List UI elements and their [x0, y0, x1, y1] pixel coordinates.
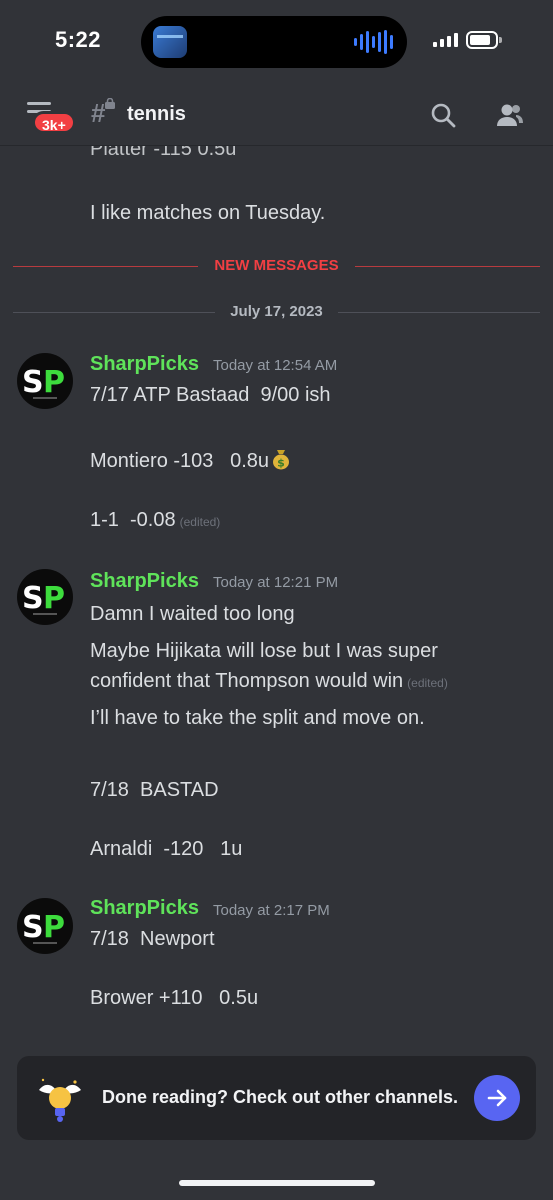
svg-text:P: P: [43, 581, 65, 616]
sharppicks-logo: S P: [22, 365, 65, 400]
audio-waveform-icon: [354, 30, 393, 54]
message-line: Brower +110 0.5u: [90, 987, 259, 1009]
message-timestamp: Today at 12:54 AM: [213, 357, 338, 374]
svg-text:$: $: [277, 457, 285, 470]
money-bag-icon: $: [271, 448, 291, 476]
message-line: I like matches on Tuesday.: [90, 202, 326, 224]
message-list[interactable]: Platter -115 0.5u I like matches on Tues…: [0, 146, 553, 1052]
message-line: Damn I waited too long: [90, 603, 295, 625]
message-line: I’ll have to take the split and move on.: [90, 707, 425, 729]
now-playing-app-icon: [153, 26, 187, 58]
message-line: 7/17 ATP Bastaad 9/00 ish: [90, 384, 331, 406]
svg-text:S: S: [22, 581, 44, 616]
message-line: Maybe Hijikata will lose but I was super: [90, 640, 438, 662]
channel-name[interactable]: tennis: [127, 103, 186, 126]
svg-text:S: S: [22, 365, 44, 400]
search-icon[interactable]: [430, 102, 456, 128]
message-line: Arnaldi -120 1u: [90, 838, 243, 860]
message-line: 1-1 -0.08 (edited): [90, 509, 221, 531]
sharppicks-logo: S P: [22, 581, 65, 616]
arrow-right-icon: [487, 1089, 507, 1107]
message-line: confident that Thompson would win (edited…: [90, 670, 448, 692]
battery-icon: [466, 31, 502, 49]
edited-tag: (edited): [179, 515, 221, 529]
next-channel-button[interactable]: [474, 1075, 520, 1121]
message-line: Platter -115 0.5u: [90, 146, 237, 160]
home-indicator[interactable]: [179, 1180, 375, 1186]
avatar[interactable]: S P: [17, 353, 73, 409]
date-divider: July 17, 2023: [13, 303, 540, 320]
message-timestamp: Today at 2:17 PM: [213, 902, 330, 919]
svg-text:P: P: [43, 365, 65, 400]
message-line: Montiero -103 0.8u $: [90, 448, 291, 476]
message-author[interactable]: SharpPicks: [90, 353, 199, 376]
cellular-signal-icon: [433, 33, 458, 47]
avatar[interactable]: S P: [17, 898, 73, 954]
svg-text:S: S: [22, 910, 44, 945]
message-author[interactable]: SharpPicks: [90, 897, 199, 920]
avatar[interactable]: S P: [17, 569, 73, 625]
message-line: 7/18 BASTAD: [90, 779, 219, 801]
dynamic-island[interactable]: [141, 16, 407, 68]
new-messages-divider: NEW MESSAGES: [13, 257, 540, 274]
message-author[interactable]: SharpPicks: [90, 570, 199, 593]
svg-text:P: P: [43, 910, 65, 945]
members-icon[interactable]: [495, 102, 525, 128]
edited-tag: (edited): [407, 676, 448, 690]
message-timestamp: Today at 12:21 PM: [213, 574, 339, 591]
sharppicks-logo: S P: [22, 910, 65, 945]
channel-header: 3k+ # tennis: [0, 82, 553, 146]
message-line: 7/18 Newport: [90, 928, 215, 950]
banner-text: Done reading? Check out other channels.: [102, 1087, 459, 1107]
unread-badge: 3k+: [32, 111, 76, 134]
status-time: 5:22: [55, 27, 102, 52]
done-reading-banner[interactable]: Done reading? Check out other channels.: [17, 1056, 536, 1140]
lock-icon: [105, 98, 115, 109]
status-bar: 5:22: [0, 0, 553, 82]
winged-lightbulb-icon: [39, 1078, 81, 1122]
